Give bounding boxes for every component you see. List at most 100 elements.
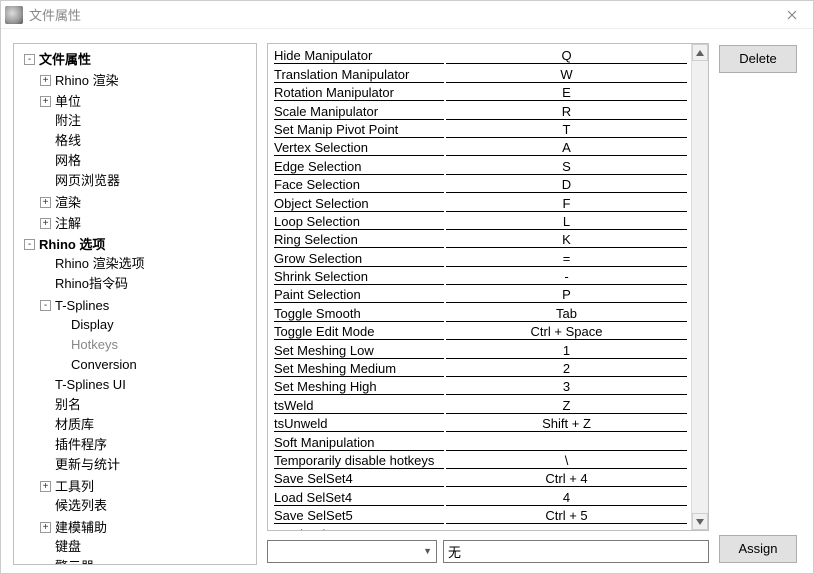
tree-item[interactable]: +渲染 <box>38 191 254 212</box>
assign-row: ▼ 无 <box>267 537 709 565</box>
tree-item[interactable]: 材质库 <box>38 415 254 435</box>
hotkey-row[interactable]: Ring SelectionK <box>274 230 687 248</box>
tree-item[interactable]: +注解 <box>38 212 254 233</box>
tree-item-label: Conversion <box>71 355 137 374</box>
hotkey-row[interactable]: Rotation ManipulatorE <box>274 83 687 101</box>
tree-item[interactable]: + 单位 <box>38 90 254 111</box>
hotkey-row[interactable]: Grow Selection= <box>274 248 687 266</box>
action-dropdown[interactable]: ▼ <box>267 540 437 563</box>
assign-button[interactable]: Assign <box>719 535 797 563</box>
collapsed-icon[interactable]: + <box>40 481 51 492</box>
hotkey-row[interactable]: Face SelectionD <box>274 175 687 193</box>
hotkey-list[interactable]: Hide ManipulatorQTranslation Manipulator… <box>268 44 691 530</box>
tree-item-label: 附注 <box>55 111 81 130</box>
tree-item[interactable]: Display <box>54 315 254 335</box>
tree-item[interactable]: T-Splines UI <box>38 375 254 395</box>
hotkey-row[interactable]: tsUnweldShift + Z <box>274 414 687 432</box>
hotkey-row[interactable]: Hide ManipulatorQ <box>274 46 687 64</box>
hotkey-key-cell: E <box>446 85 687 101</box>
scroll-track[interactable] <box>692 61 708 513</box>
hotkey-action: Load SelSet4 <box>274 490 444 506</box>
hotkey-row[interactable]: Set Meshing Medium2 <box>274 359 687 377</box>
hotkey-row[interactable]: Temporarily disable hotkeys\ <box>274 451 687 469</box>
scroll-up-button[interactable] <box>692 44 708 61</box>
hotkey-action: Hide Manipulator <box>274 48 444 64</box>
hotkey-row[interactable]: Load SelSet44 <box>274 487 687 505</box>
tree-item[interactable]: Rhino 渲染选项 <box>38 254 254 274</box>
hotkey-panel: Hide ManipulatorQTranslation Manipulator… <box>267 43 709 565</box>
tree-item-label: 键盘 <box>55 537 81 556</box>
tree-item[interactable]: Hotkeys <box>54 335 254 355</box>
scroll-down-button[interactable] <box>692 513 708 530</box>
tree-item[interactable]: +工具列 <box>38 475 254 496</box>
collapsed-icon[interactable]: + <box>40 197 51 208</box>
tree-item[interactable]: +Rhino 渲染 <box>38 69 254 90</box>
tree-item[interactable]: 候选列表 <box>38 496 254 516</box>
hotkey-row[interactable]: Toggle Edit ModeCtrl + Space <box>274 322 687 340</box>
hotkey-row[interactable]: Soft Manipulation <box>274 432 687 450</box>
tree-item[interactable]: 键盘 <box>38 537 254 557</box>
hotkey-row[interactable]: Object SelectionF <box>274 193 687 211</box>
hotkey-row[interactable]: Edge SelectionS <box>274 156 687 174</box>
hotkey-row[interactable]: Set Manip Pivot PointT <box>274 120 687 138</box>
close-icon[interactable] <box>777 5 807 25</box>
collapsed-icon[interactable]: + <box>40 96 51 107</box>
tree-item-label: Hotkeys <box>71 335 118 354</box>
delete-button[interactable]: Delete <box>719 45 797 73</box>
hotkey-row[interactable]: Save SelSet5Ctrl + 5 <box>274 506 687 524</box>
hotkey-action: Set Manip Pivot Point <box>274 122 444 138</box>
tree-item[interactable]: 附注 <box>38 111 254 131</box>
tree-item-label: 单位 <box>55 92 81 111</box>
tree-item[interactable]: 网页浏览器 <box>38 171 254 191</box>
expanded-icon[interactable]: - <box>24 54 35 65</box>
hotkey-key: R <box>446 104 687 119</box>
hotkey-row[interactable]: Paint SelectionP <box>274 285 687 303</box>
hotkey-row[interactable]: Toggle SmoothTab <box>274 303 687 321</box>
hotkey-key-cell: \ <box>446 453 687 469</box>
hotkey-key: Z <box>446 398 687 413</box>
hotkey-action: Translation Manipulator <box>274 67 444 83</box>
hotkey-key-cell: 2 <box>446 361 687 377</box>
hotkey-key: Q <box>446 48 687 63</box>
hotkey-row[interactable]: Set Meshing Low1 <box>274 340 687 358</box>
tree-item[interactable]: Conversion <box>54 355 254 375</box>
collapsed-icon[interactable]: + <box>40 218 51 229</box>
hotkey-row[interactable]: Translation ManipulatorW <box>274 64 687 82</box>
tree-item[interactable]: +建模辅助 <box>38 516 254 537</box>
hotkey-row[interactable]: Vertex SelectionA <box>274 138 687 156</box>
hotkey-action: Set Meshing Low <box>274 343 444 359</box>
hotkey-action: Object Selection <box>274 196 444 212</box>
tree-item[interactable]: 插件程序 <box>38 435 254 455</box>
scrollbar[interactable] <box>691 44 708 530</box>
tree-item[interactable]: 网格 <box>38 151 254 171</box>
hotkey-row[interactable]: Save SelSet4Ctrl + 4 <box>274 469 687 487</box>
hotkey-key-cell: L <box>446 214 687 230</box>
tree-item-label: 材质库 <box>55 415 94 434</box>
tree-item[interactable]: -Rhino 选项Rhino 渲染选项Rhino指令码-T-SplinesDis… <box>22 233 254 565</box>
hotkey-row[interactable]: Load SelSet55 <box>274 524 687 530</box>
tree-item-label: 网格 <box>55 151 81 170</box>
hotkey-row[interactable]: Scale ManipulatorR <box>274 101 687 119</box>
expanded-icon[interactable]: - <box>40 300 51 311</box>
tree-item[interactable]: -文件属性+Rhino 渲染+单位附注格线网格网页浏览器+渲染+注解 <box>22 48 254 233</box>
tree-item[interactable]: 别名 <box>38 395 254 415</box>
hotkey-row[interactable]: Loop SelectionL <box>274 212 687 230</box>
hotkey-key: \ <box>446 453 687 468</box>
tree-item[interactable]: -T-SplinesDisplayHotkeysConversion <box>38 294 254 375</box>
hotkey-key-cell: R <box>446 104 687 120</box>
category-tree[interactable]: -文件属性+Rhino 渲染+单位附注格线网格网页浏览器+渲染+注解-Rhino… <box>13 43 257 565</box>
tree-item-label: 别名 <box>55 395 81 414</box>
tree-item[interactable]: 格线 <box>38 131 254 151</box>
key-input-field[interactable]: 无 <box>443 540 709 563</box>
hotkey-key: E <box>446 85 687 100</box>
hotkey-action: Shrink Selection <box>274 269 444 285</box>
tree-item[interactable]: 更新与统计 <box>38 455 254 475</box>
tree-item[interactable]: Rhino指令码 <box>38 274 254 294</box>
hotkey-row[interactable]: tsWeldZ <box>274 395 687 413</box>
hotkey-row[interactable]: Shrink Selection- <box>274 267 687 285</box>
expanded-icon[interactable]: - <box>24 239 35 250</box>
tree-item[interactable]: 警示器 <box>38 557 254 565</box>
hotkey-row[interactable]: Set Meshing High3 <box>274 377 687 395</box>
collapsed-icon[interactable]: + <box>40 75 51 86</box>
collapsed-icon[interactable]: + <box>40 522 51 533</box>
